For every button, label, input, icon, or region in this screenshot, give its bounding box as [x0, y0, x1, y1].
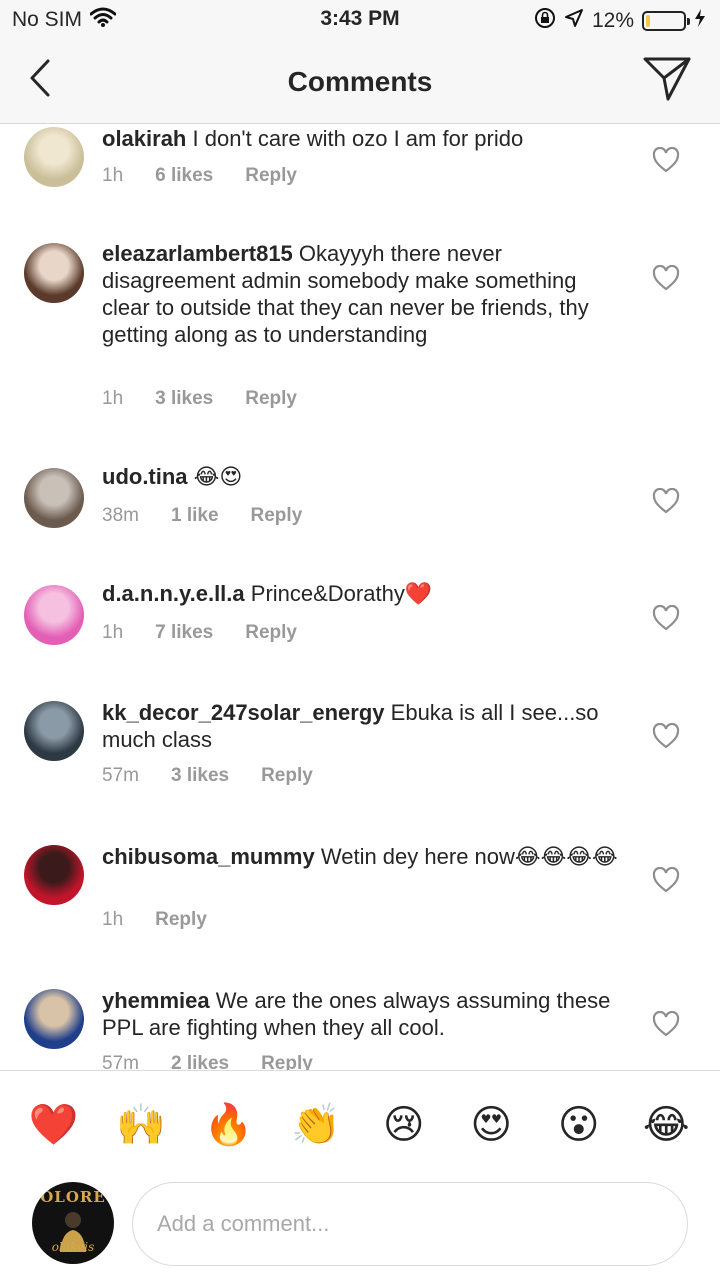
- comment-likes[interactable]: 3 likes: [171, 765, 229, 787]
- reply-button[interactable]: Reply: [245, 165, 297, 187]
- reply-button[interactable]: Reply: [261, 1053, 313, 1070]
- avatar[interactable]: [24, 127, 84, 187]
- status-right: 12%: [534, 7, 706, 35]
- comment-meta: 57m 3 likes Reply: [102, 765, 313, 787]
- avatar[interactable]: [24, 701, 84, 761]
- heart-icon: [652, 722, 680, 749]
- reply-button[interactable]: Reply: [155, 909, 207, 931]
- avatar[interactable]: [24, 468, 84, 528]
- battery-percent: 12%: [591, 9, 634, 32]
- heart-icon: [652, 264, 680, 291]
- like-button[interactable]: [652, 146, 680, 173]
- like-button[interactable]: [652, 604, 680, 631]
- emoji-crying-button[interactable]: 😢: [374, 1102, 434, 1148]
- avatar[interactable]: [24, 845, 84, 905]
- status-bar: No SIM 3:43 PM 12%: [0, 0, 720, 40]
- comment-username[interactable]: yhemmiea: [102, 988, 210, 1013]
- avatar[interactable]: [24, 989, 84, 1049]
- emoji-heart-button[interactable]: ❤️: [24, 1101, 84, 1148]
- like-button[interactable]: [652, 487, 680, 514]
- avatar[interactable]: [24, 243, 84, 303]
- comment-text-block: udo.tina 😂😍: [102, 463, 622, 490]
- location-icon: [564, 8, 584, 34]
- comment-text: I don't care with ozo I am for prido: [192, 126, 524, 151]
- comment-meta: 1h 7 likes Reply: [102, 622, 297, 644]
- comment-username[interactable]: chibusoma_mummy: [102, 844, 315, 869]
- emoji-surprised-button[interactable]: 😮: [549, 1102, 609, 1148]
- comment-time: 1h: [102, 388, 124, 409]
- comment-item: d.a.n.n.y.e.ll.a Prince&Dorathy❤️ 1h 7 l…: [0, 580, 720, 680]
- heart-icon: [652, 487, 680, 514]
- comment-item: chibusoma_mummy Wetin dey here now😂😂😂😂 1…: [0, 843, 720, 963]
- comment-meta: 38m 1 like Reply: [102, 505, 302, 527]
- current-user-avatar[interactable]: OLORE olakeis: [32, 1182, 114, 1264]
- comment-likes[interactable]: 2 likes: [171, 1053, 229, 1070]
- emoji-laughing-button[interactable]: 😂: [636, 1102, 696, 1148]
- like-button[interactable]: [652, 866, 680, 893]
- comment-item: kk_decor_247solar_energy Ebuka is all I …: [0, 699, 720, 819]
- comment-likes[interactable]: 7 likes: [155, 622, 213, 644]
- comment-time: 1h: [102, 165, 124, 186]
- comment-text: Prince&Dorathy❤️: [250, 581, 433, 606]
- comment-text: 😂😍: [193, 464, 243, 489]
- comment-meta: 1h 3 likes Reply: [102, 388, 297, 410]
- comment-time: 38m: [102, 505, 139, 526]
- comment-username[interactable]: d.a.n.n.y.e.ll.a: [102, 581, 245, 606]
- comment-text-block: d.a.n.n.y.e.ll.a Prince&Dorathy❤️: [102, 580, 622, 607]
- emoji-clap-button[interactable]: 👏: [286, 1101, 346, 1148]
- comment-username[interactable]: kk_decor_247solar_energy: [102, 700, 385, 725]
- reply-button[interactable]: Reply: [251, 505, 303, 527]
- emoji-raising-hands-button[interactable]: 🙌: [111, 1101, 171, 1148]
- reply-button[interactable]: Reply: [261, 765, 313, 787]
- comment-item: yhemmiea We are the ones always assuming…: [0, 987, 720, 1070]
- comment-username[interactable]: udo.tina: [102, 464, 188, 489]
- comment-text-block: kk_decor_247solar_energy Ebuka is all I …: [102, 699, 622, 753]
- comment-text-block: eleazarlambert815 Okayyyh there never di…: [102, 240, 622, 348]
- comment-item: olakirah I don't care with ozo I am for …: [0, 125, 720, 235]
- comment-time: 57m: [102, 765, 139, 786]
- comment-time: 57m: [102, 1053, 139, 1070]
- comment-time: 1h: [102, 909, 124, 930]
- comment-time: 1h: [102, 622, 124, 643]
- emoji-quick-bar: ❤️ 🙌 🔥 👏 😢 😍 😮 😂: [0, 1070, 720, 1178]
- comment-text: Wetin dey here now😂😂😂😂: [320, 844, 618, 869]
- like-button[interactable]: [652, 722, 680, 749]
- comment-likes[interactable]: 1 like: [171, 505, 219, 527]
- paper-plane-icon: [643, 57, 691, 101]
- comment-likes[interactable]: 3 likes: [155, 388, 213, 410]
- emoji-fire-button[interactable]: 🔥: [199, 1101, 259, 1148]
- orientation-lock-icon: [534, 7, 556, 35]
- heart-icon: [652, 1010, 680, 1037]
- comment-likes[interactable]: 6 likes: [155, 165, 213, 187]
- comment-text-block: chibusoma_mummy Wetin dey here now😂😂😂😂: [102, 843, 622, 870]
- emoji-heart-eyes-button[interactable]: 😍: [461, 1102, 521, 1148]
- comment-username[interactable]: olakirah: [102, 126, 186, 151]
- comment-meta: 1h 6 likes Reply: [102, 165, 297, 187]
- comment-text-block: yhemmiea We are the ones always assuming…: [102, 987, 622, 1041]
- heart-icon: [652, 604, 680, 631]
- battery-level: [646, 15, 650, 27]
- avatar-logo-script: olakeis: [51, 1240, 95, 1254]
- comment-input[interactable]: [132, 1182, 688, 1266]
- share-button[interactable]: [642, 54, 692, 104]
- comment-composer: OLORE olakeis: [0, 1178, 720, 1280]
- comment-meta: 57m 2 likes Reply: [102, 1053, 313, 1070]
- heart-icon: [652, 146, 680, 173]
- heart-icon: [652, 866, 680, 893]
- comment-username[interactable]: eleazarlambert815: [102, 241, 293, 266]
- like-button[interactable]: [652, 264, 680, 291]
- charging-bolt-icon: [694, 8, 706, 34]
- comment-item: eleazarlambert815 Okayyyh there never di…: [0, 240, 720, 440]
- header: Comments: [0, 40, 720, 124]
- comment-meta: 1h Reply: [102, 909, 207, 931]
- page-title: Comments: [287, 66, 433, 97]
- comment-text-block: olakirah I don't care with ozo I am for …: [102, 125, 622, 152]
- comment-item: udo.tina 😂😍 38m 1 like Reply: [0, 463, 720, 563]
- comment-list[interactable]: olakirah I don't care with ozo I am for …: [0, 125, 720, 1070]
- battery-icon: [642, 11, 690, 31]
- reply-button[interactable]: Reply: [245, 388, 297, 410]
- avatar[interactable]: [24, 585, 84, 645]
- reply-button[interactable]: Reply: [245, 622, 297, 644]
- like-button[interactable]: [652, 1010, 680, 1037]
